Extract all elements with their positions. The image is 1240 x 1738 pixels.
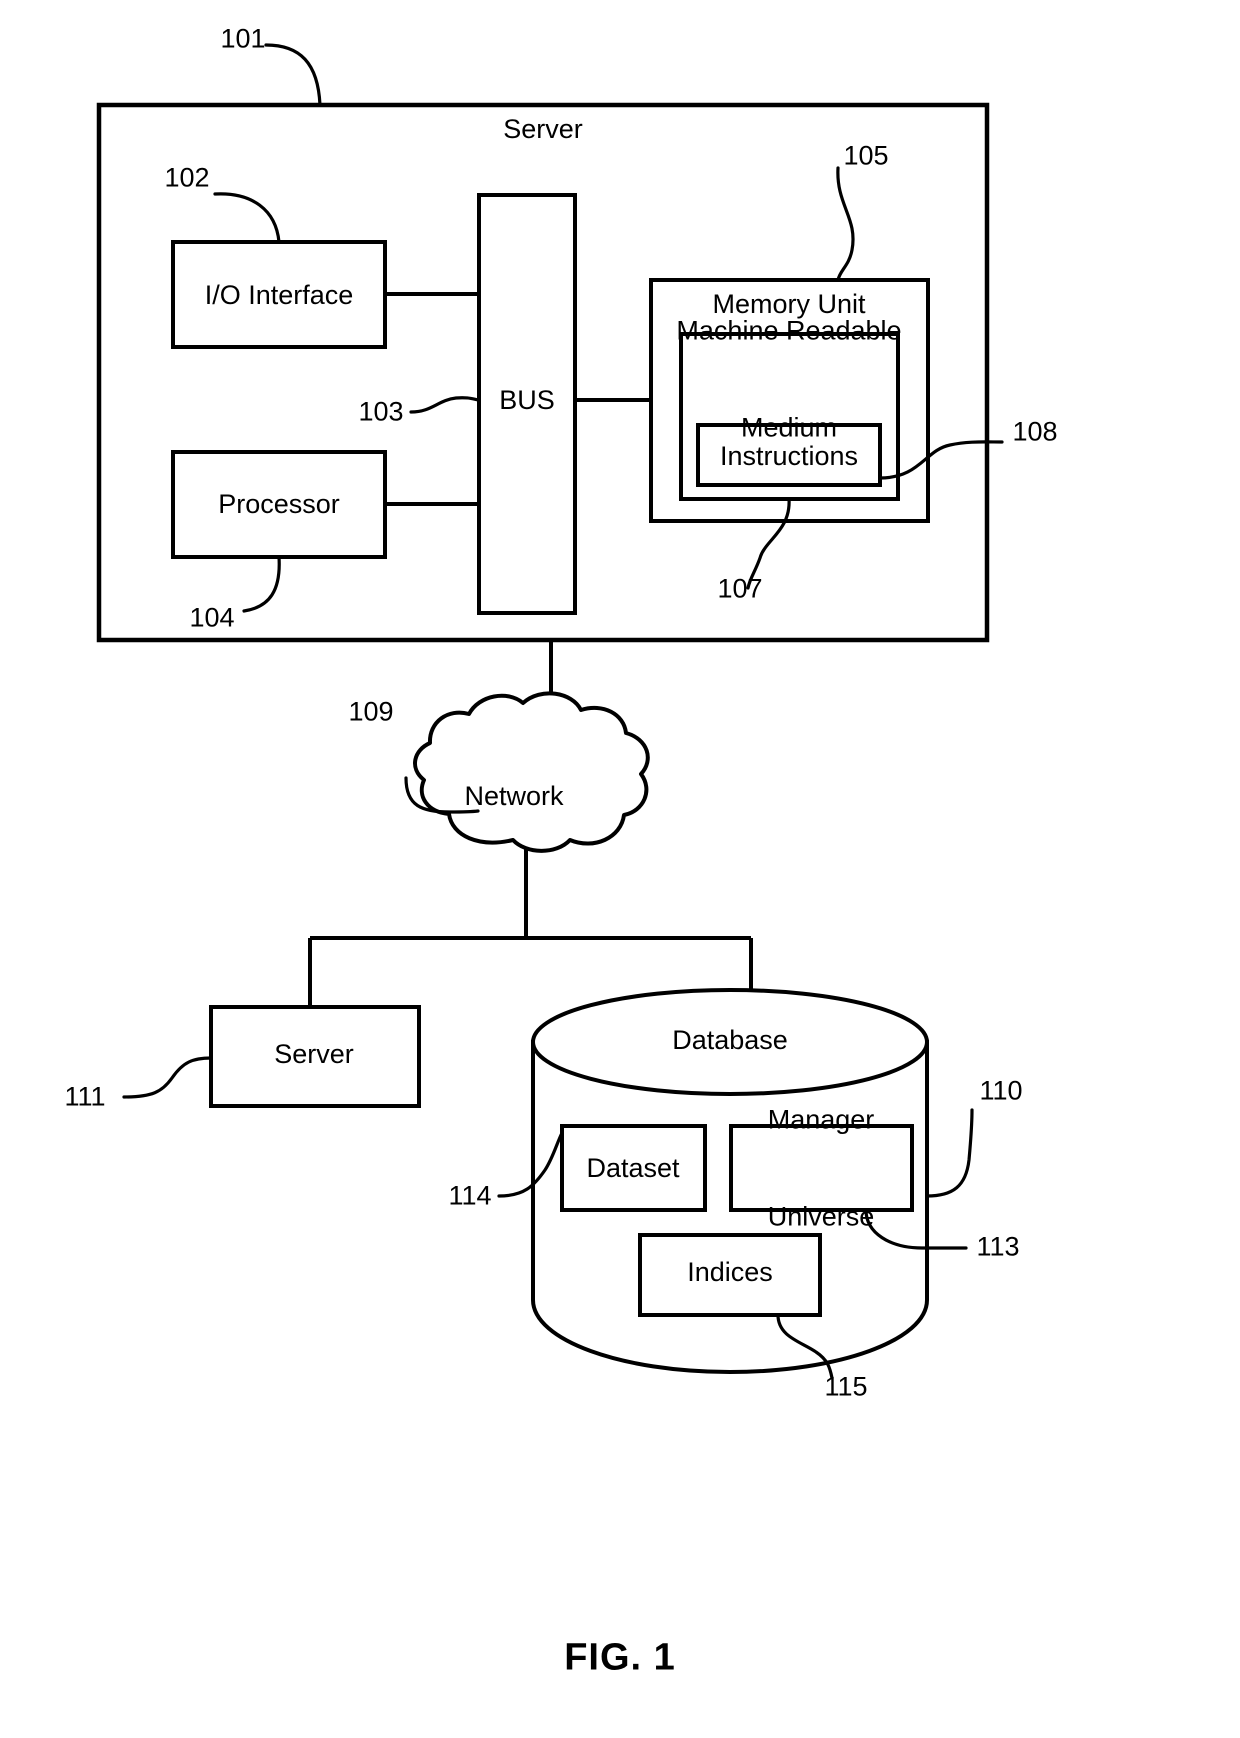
- manager-universe-line2: Universe: [767, 1201, 875, 1232]
- ref-numeral-101: 101: [220, 23, 266, 54]
- patent-figure-1: Server I/O Interface BUS Processor Memor…: [0, 0, 1240, 1738]
- indices-label: Indices: [687, 1256, 773, 1287]
- instructions-label: Instructions: [719, 440, 859, 471]
- ref-numeral-107: 107: [717, 573, 763, 604]
- manager-universe-line1: Manager: [767, 1104, 875, 1135]
- lead-line-111: [122, 1056, 213, 1099]
- network-cloud: [413, 691, 650, 853]
- network-label: Network: [464, 780, 564, 811]
- ref-numeral-114: 114: [448, 1180, 492, 1211]
- processor-label: Processor: [218, 488, 340, 519]
- bus-label: BUS: [499, 384, 555, 415]
- ref-numeral-104: 104: [189, 602, 235, 633]
- ref-numeral-115: 115: [824, 1371, 868, 1402]
- figure-caption: FIG. 1: [564, 1636, 676, 1679]
- ref-numeral-103: 103: [358, 396, 404, 427]
- figure-vector-layer: [96, 43, 1004, 1380]
- ref-numeral-110: 110: [979, 1075, 1023, 1106]
- dataset-label: Dataset: [586, 1152, 680, 1183]
- ref-numeral-108: 108: [1012, 416, 1058, 447]
- lead-line-110: [925, 1108, 974, 1198]
- ref-numeral-111: 111: [64, 1081, 106, 1112]
- ref-numeral-113: 113: [976, 1231, 1020, 1262]
- ref-numeral-105: 105: [843, 140, 889, 171]
- manager-universe-label: Manager Universe: [768, 1038, 875, 1297]
- server-outer-label: Server: [503, 113, 583, 144]
- io-interface-label: I/O Interface: [204, 279, 354, 310]
- machine-readable-medium-line1: Machine Readable: [676, 315, 902, 346]
- ref-numeral-109: 109: [348, 696, 394, 727]
- lead-line-101: [264, 43, 322, 107]
- ref-numeral-102: 102: [164, 162, 210, 193]
- remote-server-label: Server: [274, 1038, 354, 1069]
